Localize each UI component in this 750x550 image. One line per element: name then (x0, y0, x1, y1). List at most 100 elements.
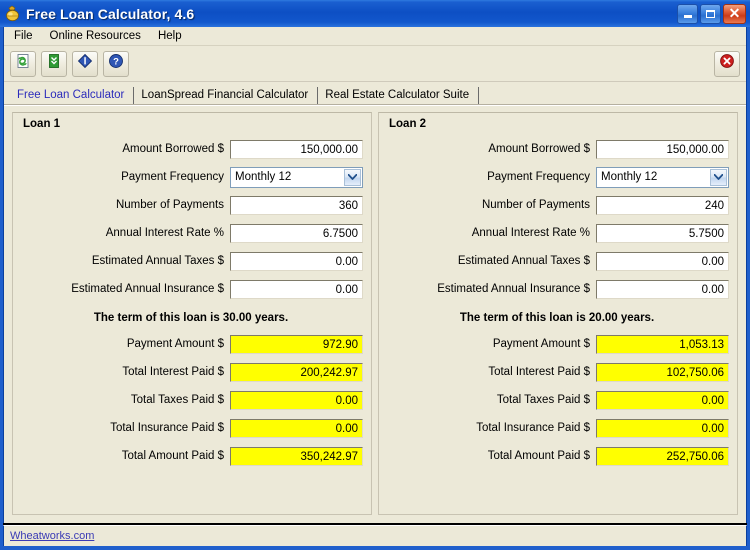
loan1-estimated-annual-insurance-input[interactable]: 0.00 (230, 280, 363, 299)
loan2-annual-interest-rate-input[interactable]: 5.7500 (596, 224, 729, 243)
loan2-number-of-payments-row: Number of Payments 240 (385, 191, 729, 219)
loan1-payment-amount-value: 972.90 (230, 335, 363, 354)
svg-text:?: ? (113, 57, 119, 68)
loan-comparison-area: Loan 1 Amount Borrowed $ 150,000.00 Paym… (4, 105, 746, 523)
loan2-payment-frequency-select[interactable]: Monthly 12 (596, 167, 729, 188)
loan1-total-interest-paid-row: Total Interest Paid $ 200,242.97 (19, 358, 363, 386)
close-button[interactable]: ✕ (723, 4, 746, 24)
loan2-total-interest-paid-row: Total Interest Paid $ 102,750.06 (385, 358, 729, 386)
tab-strip: Free Loan Calculator LoanSpread Financia… (4, 82, 746, 105)
minimize-button[interactable] (677, 4, 698, 24)
client-area: File Online Resources Help (3, 27, 747, 523)
menu-bar: File Online Resources Help (4, 27, 746, 46)
loan2-total-taxes-paid-row: Total Taxes Paid $ 0.00 (385, 386, 729, 414)
loan1-total-taxes-paid-row: Total Taxes Paid $ 0.00 (19, 386, 363, 414)
loan1-payment-frequency-value: Monthly 12 (235, 168, 344, 187)
loan2-total-interest-paid-label: Total Interest Paid $ (385, 366, 596, 378)
loan1-total-amount-paid-row: Total Amount Paid $ 350,242.97 (19, 442, 363, 470)
maximize-button[interactable] (700, 4, 721, 24)
loan2-number-of-payments-input[interactable]: 240 (596, 196, 729, 215)
close-icon: ✕ (729, 6, 741, 20)
window-bottom-edge (0, 546, 750, 550)
loan1-annual-interest-rate-input[interactable]: 6.7500 (230, 224, 363, 243)
loan1-estimated-annual-insurance-row: Estimated Annual Insurance $ 0.00 (19, 275, 363, 303)
loan1-number-of-payments-input[interactable]: 360 (230, 196, 363, 215)
wheatworks-link[interactable]: Wheatworks.com (10, 530, 94, 542)
loan1-panel: Loan 1 Amount Borrowed $ 150,000.00 Paym… (12, 112, 372, 515)
loan1-estimated-annual-taxes-label: Estimated Annual Taxes $ (19, 255, 230, 267)
loan2-total-amount-paid-label: Total Amount Paid $ (385, 450, 596, 462)
help-question-icon: ? (108, 53, 124, 74)
loan1-amount-borrowed-row: Amount Borrowed $ 150,000.00 (19, 135, 363, 163)
loan2-total-insurance-paid-row: Total Insurance Paid $ 0.00 (385, 414, 729, 442)
tab-loanspread-financial-calculator[interactable]: LoanSpread Financial Calculator (134, 87, 318, 104)
download-green-icon (46, 53, 62, 74)
loan2-total-insurance-paid-value: 0.00 (596, 419, 729, 438)
refresh-document-button[interactable] (10, 51, 36, 77)
loan1-total-amount-paid-label: Total Amount Paid $ (19, 450, 230, 462)
loan2-amount-borrowed-input[interactable]: 150,000.00 (596, 140, 729, 159)
loan2-term-text: The term of this loan is 20.00 years. (385, 309, 729, 327)
caption-button-group: ✕ (677, 4, 748, 24)
loan2-input-rows: Amount Borrowed $ 150,000.00 Payment Fre… (385, 135, 729, 470)
menu-item-file[interactable]: File (12, 29, 41, 44)
loan2-estimated-annual-taxes-input[interactable]: 0.00 (596, 252, 729, 271)
application-window: Free Loan Calculator, 4.6 ✕ File Online … (0, 0, 750, 550)
tab-real-estate-calculator-suite[interactable]: Real Estate Calculator Suite (318, 87, 479, 104)
loan2-panel: Loan 2 Amount Borrowed $ 150,000.00 Paym… (378, 112, 738, 515)
loan1-annual-interest-rate-label: Annual Interest Rate % (19, 227, 230, 239)
loan1-title: Loan 1 (23, 118, 60, 130)
loan1-amount-borrowed-input[interactable]: 150,000.00 (230, 140, 363, 159)
loan2-total-taxes-paid-value: 0.00 (596, 391, 729, 410)
loan1-input-rows: Amount Borrowed $ 150,000.00 Payment Fre… (19, 135, 363, 470)
loan1-estimated-annual-taxes-input[interactable]: 0.00 (230, 252, 363, 271)
loan1-total-insurance-paid-label: Total Insurance Paid $ (19, 422, 230, 434)
loan1-total-taxes-paid-label: Total Taxes Paid $ (19, 394, 230, 406)
loan1-payment-amount-label: Payment Amount $ (19, 338, 230, 350)
loan2-estimated-annual-taxes-label: Estimated Annual Taxes $ (385, 255, 596, 267)
menu-item-online-resources[interactable]: Online Resources (48, 29, 149, 44)
loan1-total-interest-paid-value: 200,242.97 (230, 363, 363, 382)
minimize-icon (684, 15, 692, 18)
loan1-payment-frequency-row: Payment Frequency Monthly 12 (19, 163, 363, 191)
loan2-total-amount-paid-row: Total Amount Paid $ 252,750.06 (385, 442, 729, 470)
status-bar: Wheatworks.com (3, 525, 747, 546)
menu-item-help[interactable]: Help (156, 29, 190, 44)
loan2-estimated-annual-taxes-row: Estimated Annual Taxes $ 0.00 (385, 247, 729, 275)
loan1-total-amount-paid-value: 350,242.97 (230, 447, 363, 466)
loan2-payment-amount-row: Payment Amount $ 1,053.13 (385, 330, 729, 358)
toolbar-button-group: ? (10, 51, 129, 77)
toolbar: ? (4, 46, 746, 82)
exit-button[interactable] (714, 51, 740, 77)
loan1-amount-borrowed-label: Amount Borrowed $ (19, 143, 230, 155)
loan1-estimated-annual-insurance-label: Estimated Annual Insurance $ (19, 283, 230, 295)
loan1-total-taxes-paid-value: 0.00 (230, 391, 363, 410)
loan1-total-insurance-paid-value: 0.00 (230, 419, 363, 438)
loan2-total-insurance-paid-label: Total Insurance Paid $ (385, 422, 596, 434)
loan2-payment-amount-value: 1,053.13 (596, 335, 729, 354)
loan2-payment-frequency-value: Monthly 12 (601, 168, 710, 187)
close-red-circle-icon (719, 53, 735, 74)
loan2-payment-amount-label: Payment Amount $ (385, 338, 596, 350)
loan2-total-interest-paid-value: 102,750.06 (596, 363, 729, 382)
chevron-down-icon[interactable] (710, 169, 727, 186)
loan2-annual-interest-rate-label: Annual Interest Rate % (385, 227, 596, 239)
loan2-estimated-annual-insurance-label: Estimated Annual Insurance $ (385, 283, 596, 295)
information-button[interactable] (72, 51, 98, 77)
tab-free-loan-calculator[interactable]: Free Loan Calculator (10, 87, 134, 104)
title-bar[interactable]: Free Loan Calculator, 4.6 ✕ (0, 0, 750, 27)
loan1-number-of-payments-row: Number of Payments 360 (19, 191, 363, 219)
loan1-payment-frequency-select[interactable]: Monthly 12 (230, 167, 363, 188)
loan2-amount-borrowed-row: Amount Borrowed $ 150,000.00 (385, 135, 729, 163)
chevron-down-icon[interactable] (344, 169, 361, 186)
loan2-estimated-annual-insurance-input[interactable]: 0.00 (596, 280, 729, 299)
loan2-payment-frequency-row: Payment Frequency Monthly 12 (385, 163, 729, 191)
loan2-amount-borrowed-label: Amount Borrowed $ (385, 143, 596, 155)
download-button[interactable] (41, 51, 67, 77)
loan2-title: Loan 2 (389, 118, 426, 130)
loan1-total-insurance-paid-row: Total Insurance Paid $ 0.00 (19, 414, 363, 442)
loan1-total-interest-paid-label: Total Interest Paid $ (19, 366, 230, 378)
help-button[interactable]: ? (103, 51, 129, 77)
loan1-estimated-annual-taxes-row: Estimated Annual Taxes $ 0.00 (19, 247, 363, 275)
loan1-number-of-payments-label: Number of Payments (19, 199, 230, 211)
